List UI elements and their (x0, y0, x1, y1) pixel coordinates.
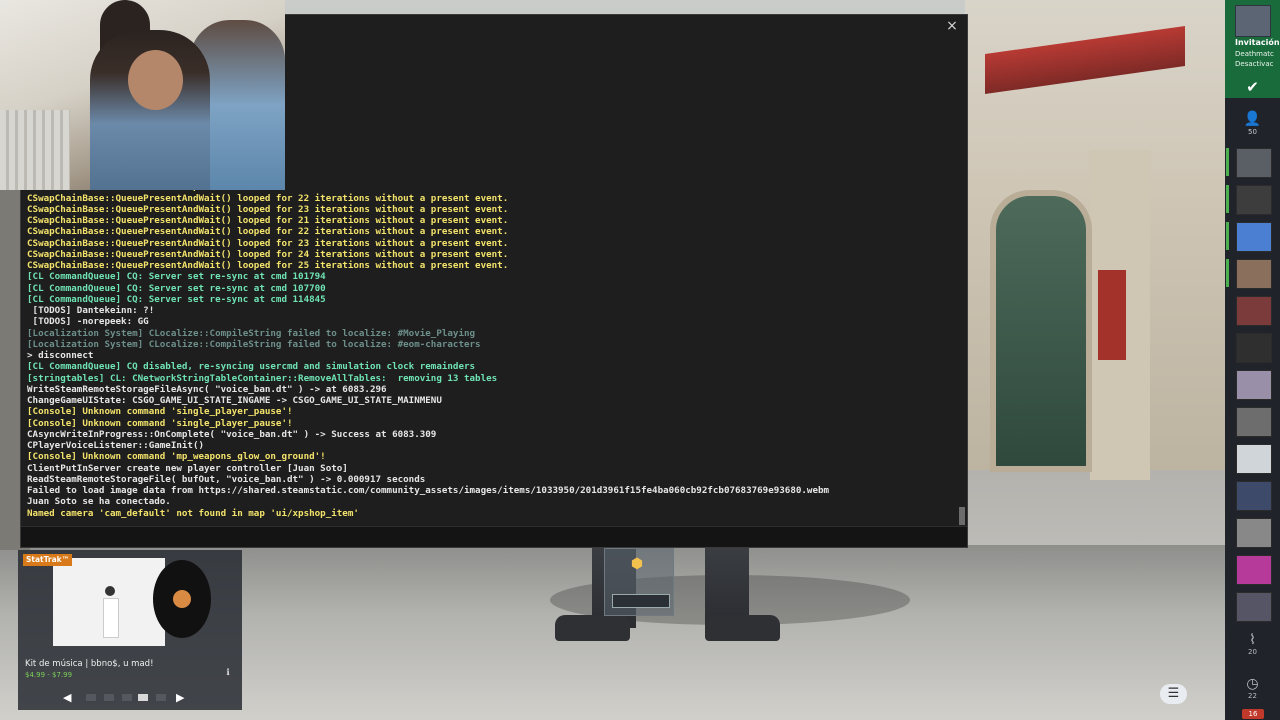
person-icon: 👤 (1243, 111, 1262, 127)
console-line: CAsyncWriteInProgress::OnComplete( "voic… (27, 428, 437, 440)
console-line: [Console] Unknown command 'mp_weapons_gl… (27, 451, 326, 463)
console-line: ChangeGameUIState: CSGO_GAME_UI_STATE_IN… (27, 395, 442, 406)
friend-avatar[interactable] (1236, 407, 1272, 437)
close-icon[interactable]: × (943, 17, 961, 35)
carousel-dot[interactable] (86, 694, 96, 701)
online-indicator (1226, 222, 1229, 250)
console-line: [CL CommandQueue] CQ: Server set re-sync… (27, 271, 326, 283)
online-indicator (1226, 148, 1229, 176)
console-line: [Console] Unknown command 'single_player… (27, 417, 293, 429)
album-figure-head (105, 586, 115, 596)
webcam-radiator (0, 110, 70, 190)
console-scrollbar[interactable] (957, 35, 965, 525)
console-line: [TODOS] Dantekeinn: ?! (27, 305, 155, 316)
console-line: CSwapChainBase::QueuePresentAndWait() lo… (27, 237, 509, 249)
next-arrow-icon[interactable]: ▶ (176, 691, 184, 704)
invite-subtitle: Deathmatc Desactivac (1235, 49, 1274, 69)
console-line: CSwapChainBase::QueuePresentAndWait() lo… (27, 248, 509, 260)
invite-mode: Deathmatc (1235, 50, 1274, 58)
character-boot-left (555, 615, 630, 641)
friend-avatar[interactable] (1236, 148, 1272, 178)
console-line: WriteSteamRemoteStorageFileAsync( "voice… (27, 383, 387, 395)
carousel-dot[interactable] (104, 694, 114, 701)
console-line: ClientPutInServer create new player cont… (27, 462, 348, 474)
webcam-overlay (0, 0, 285, 190)
rank-badge-icon: ⬢ (630, 556, 644, 572)
friend-avatar[interactable] (1236, 333, 1272, 363)
history-button[interactable]: ◷ 22 (1225, 676, 1280, 700)
friend-avatar[interactable] (1236, 259, 1272, 289)
online-indicator (1226, 185, 1229, 213)
friend-avatar[interactable] (1236, 481, 1272, 511)
prev-arrow-icon[interactable]: ◀ (63, 691, 71, 704)
console-line: CSwapChainBase::QueuePresentAndWait() lo… (27, 203, 509, 215)
invite-title: Invitación (1235, 38, 1280, 47)
friend-avatar[interactable] (1236, 370, 1272, 400)
album-figure (103, 598, 119, 638)
stattrak-badge: StatTrak™ (23, 554, 73, 566)
console-line: Failed to load image data from https://s… (27, 485, 830, 496)
friend-avatar[interactable] (1236, 185, 1272, 215)
carousel-dot-active[interactable] (138, 694, 148, 701)
inviter-avatar (1235, 5, 1271, 37)
invite-notification[interactable]: Invitación Deathmatc Desactivac ✔ (1225, 0, 1280, 98)
console-line: [TODOS] -norepeek: GG (27, 316, 149, 328)
console-line: CSwapChainBase::QueuePresentAndWait() lo… (27, 260, 509, 271)
friend-avatar[interactable] (1236, 444, 1272, 474)
album-cover (53, 558, 165, 646)
friend-avatar[interactable] (1236, 222, 1272, 252)
friend-avatar[interactable] (1236, 592, 1272, 622)
history-number: 22 (1248, 692, 1257, 700)
party-count: 50 (1248, 128, 1257, 136)
console-line: [Console] Unknown command 'single_player… (27, 406, 293, 418)
console-input[interactable] (21, 526, 967, 547)
vinyl-record-icon (153, 560, 211, 638)
console-scroll-thumb[interactable] (959, 507, 965, 525)
signal-indicator[interactable]: ⌇ 20 (1225, 632, 1280, 656)
character-boot-right (705, 615, 780, 641)
weapon-progress-bar (612, 594, 670, 608)
info-icon[interactable]: ℹ (223, 668, 233, 678)
online-indicator (1226, 259, 1229, 287)
check-icon[interactable]: ✔ (1225, 76, 1280, 98)
green-door (990, 190, 1092, 472)
console-line: [CL CommandQueue] CQ: Server set re-sync… (27, 293, 326, 305)
console-line: CSwapChainBase::QueuePresentAndWait() lo… (27, 226, 509, 238)
console-line: Juan Soto se ha conectado. (27, 496, 171, 508)
console-line: [stringtables] CL: CNetworkStringTableCo… (27, 372, 498, 384)
party-counter[interactable]: 👤 50 (1225, 110, 1280, 144)
signal-number: 20 (1248, 648, 1257, 656)
settings-sliders-icon[interactable]: ☰ (1160, 684, 1187, 704)
friend-avatar[interactable] (1236, 518, 1272, 548)
invite-status: Desactivac (1235, 60, 1274, 68)
antenna-icon: ⌇ (1249, 632, 1256, 648)
carousel-nav: ◀ ▶ (18, 688, 242, 708)
console-line: [CL CommandQueue] CQ: Server set re-sync… (27, 282, 326, 294)
friend-avatar[interactable] (1236, 555, 1272, 585)
console-line: CSwapChainBase::QueuePresentAndWait() lo… (27, 215, 509, 226)
carousel-dot[interactable] (122, 694, 132, 701)
console-line: CSwapChainBase::QueuePresentAndWait() lo… (27, 192, 509, 204)
console-line: ReadSteamRemoteStorageFile( bufOut, "voi… (27, 473, 426, 485)
music-kit-name: Kit de música | bbno$, u mad! (25, 659, 154, 669)
console-line: [CL CommandQueue] CQ disabled, re-syncin… (27, 361, 476, 373)
webcam-face (128, 50, 183, 110)
console-line: [Localization System] CLocalize::Compile… (27, 327, 476, 339)
carousel-dot[interactable] (156, 694, 166, 701)
console-line: CPlayerVoiceListener::GameInit() (27, 440, 205, 451)
console-line: > disconnect (27, 350, 94, 361)
red-sign (1098, 270, 1126, 360)
notification-badge: 16 (1242, 709, 1264, 719)
music-kit-panel[interactable]: StatTrak™ Kit de música | bbno$, u mad! … (18, 550, 242, 710)
clock-icon: ◷ (1246, 676, 1259, 692)
music-kit-price: $4.99 - $7.99 (25, 671, 73, 679)
console-line: [Localization System] CLocalize::Compile… (27, 338, 481, 350)
friend-avatar[interactable] (1236, 296, 1272, 326)
console-line: Named camera 'cam_default' not found in … (27, 507, 359, 519)
